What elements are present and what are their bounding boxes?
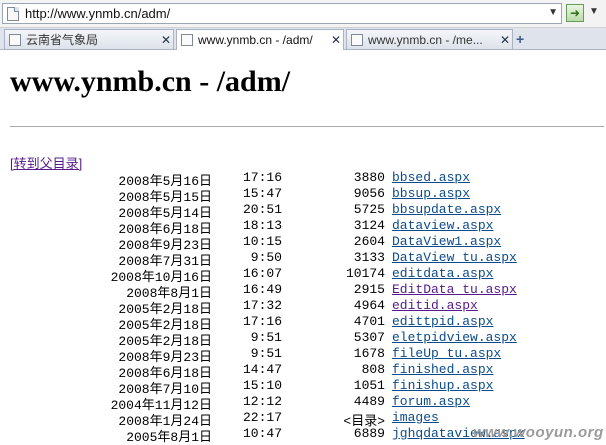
entry-time: 17:16 <box>242 314 282 329</box>
entry-time: 9:50 <box>250 250 282 265</box>
entry-time: 10:15 <box>242 234 282 249</box>
file-link[interactable]: editdata.aspx <box>392 266 493 281</box>
entry-size: 5307 <box>353 330 385 345</box>
file-link[interactable]: finishup.aspx <box>392 378 493 393</box>
url-text[interactable]: http://www.ynmb.cn/adm/ <box>25 6 170 21</box>
tab-ynmb-bureau[interactable]: 云南省气象局 ✕ <box>4 29 174 49</box>
entry-time: 15:10 <box>242 378 282 393</box>
tab-label: www.ynmb.cn - /me... <box>368 32 483 47</box>
entry-size: 5725 <box>353 202 385 217</box>
entry-time: 15:47 <box>242 186 282 201</box>
url-dropdown-icon[interactable]: ▼ <box>548 7 558 18</box>
entry-time: 9:51 <box>250 330 282 345</box>
close-icon[interactable]: ✕ <box>159 33 173 47</box>
entry-size: 4964 <box>353 298 385 313</box>
entry-size: 2915 <box>353 282 385 297</box>
file-link[interactable]: editid.aspx <box>392 298 478 313</box>
entry-time: 12:12 <box>242 394 282 409</box>
address-bar: http://www.ynmb.cn/adm/ ▼ ➜ ▼ <box>0 0 606 28</box>
entry-size: 808 <box>361 362 385 377</box>
file-link[interactable]: bbsupdate.aspx <box>392 202 501 217</box>
entry-time: 10:47 <box>242 426 282 441</box>
file-link[interactable]: edittpid.aspx <box>392 314 493 329</box>
entry-time: 22:17 <box>242 410 282 425</box>
entry-size: 10174 <box>345 266 385 281</box>
entry-time: 20:51 <box>242 202 282 217</box>
close-icon[interactable]: ✕ <box>329 33 343 47</box>
entry-size: 3133 <box>353 250 385 265</box>
entry-time: 14:47 <box>242 362 282 377</box>
file-link[interactable]: forum.aspx <box>392 394 470 409</box>
file-link[interactable]: fileUp_tu.aspx <box>392 346 501 361</box>
entry-time: 17:32 <box>242 298 282 313</box>
page-title: www.ynmb.cn - /adm/ <box>10 65 291 98</box>
entry-size: 9056 <box>353 186 385 201</box>
tab-favicon-icon <box>9 33 21 46</box>
url-field[interactable]: http://www.ynmb.cn/adm/ ▼ <box>2 3 562 24</box>
tab-label: www.ynmb.cn - /adm/ <box>198 33 313 47</box>
new-tab-button[interactable]: + <box>516 31 524 47</box>
tab-favicon-icon <box>351 33 363 46</box>
file-link[interactable]: finished.aspx <box>392 362 493 377</box>
file-link[interactable]: images <box>392 410 439 425</box>
watermark: www.wooyun.org <box>473 424 604 441</box>
entry-size: 6889 <box>353 426 385 441</box>
page-icon <box>7 6 19 21</box>
file-link[interactable]: EditData_tu.aspx <box>392 282 517 297</box>
file-link[interactable]: DataView1.aspx <box>392 234 501 249</box>
entry-size: 1678 <box>353 346 385 361</box>
divider <box>10 126 604 127</box>
entry-time: 16:49 <box>242 282 282 297</box>
entry-size: 2604 <box>353 234 385 249</box>
entry-size: 4701 <box>353 314 385 329</box>
page-content: www.ynmb.cn - /adm/ [转到父目录] 2008年5月16日 17… <box>0 51 606 445</box>
file-link[interactable]: DataView_tu.aspx <box>392 250 517 265</box>
tab-adm-listing[interactable]: www.ynmb.cn - /adm/ ✕ <box>176 29 344 50</box>
entry-size: 4489 <box>353 394 385 409</box>
file-link[interactable]: eletpidview.aspx <box>392 330 517 345</box>
entry-time: 16:07 <box>242 266 282 281</box>
chevron-down-icon[interactable]: ▼ <box>589 6 599 17</box>
file-link[interactable]: bbsed.aspx <box>392 170 470 185</box>
go-button[interactable]: ➜ <box>566 4 584 22</box>
tab-label: 云南省气象局 <box>26 33 99 47</box>
entry-date: 2005年8月1日 <box>126 430 212 445</box>
tab-me-listing[interactable]: www.ynmb.cn - /me... ✕ <box>346 29 513 49</box>
entry-size: 1051 <box>353 378 385 393</box>
close-icon[interactable]: ✕ <box>498 33 512 47</box>
tab-favicon-icon <box>181 34 193 46</box>
entry-size: 3880 <box>353 170 385 185</box>
entry-time: 18:13 <box>242 218 282 233</box>
entry-time: 17:16 <box>242 170 282 185</box>
tab-bar: 云南省气象局 ✕ www.ynmb.cn - /adm/ ✕ www.ynmb.… <box>0 28 606 50</box>
file-link[interactable]: dataview.aspx <box>392 218 493 233</box>
entry-time: 9:51 <box>250 346 282 361</box>
file-link[interactable]: bbsup.aspx <box>392 186 470 201</box>
entry-size: 3124 <box>353 218 385 233</box>
